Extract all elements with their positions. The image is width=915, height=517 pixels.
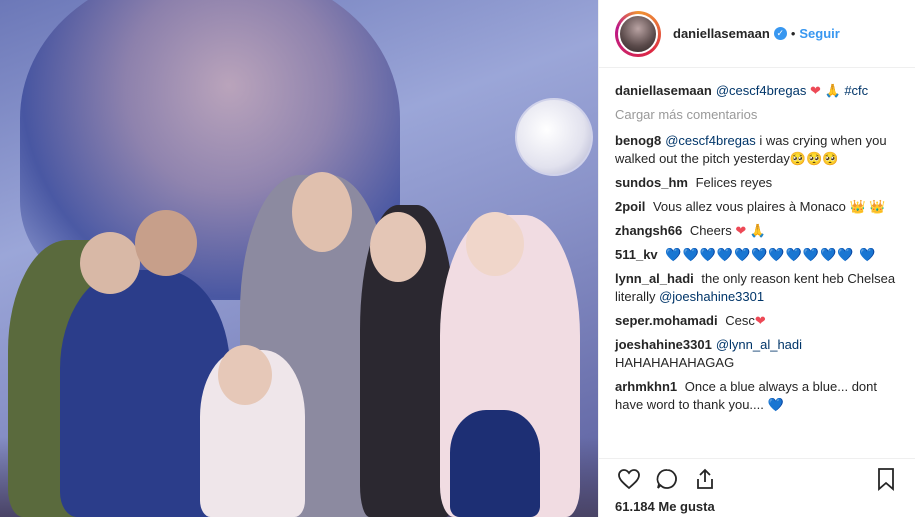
comment-user[interactable]: seper.mohamadi xyxy=(615,313,718,328)
caption: daniellasemaan @cescf4bregas ❤ 🙏 #cfc xyxy=(615,82,899,100)
comment-user[interactable]: sundos_hm xyxy=(615,175,688,190)
comment-mention[interactable]: @joeshahine3301 xyxy=(659,289,764,304)
blue-hearts-emoji: 💙💙💙💙💙💙💙💙💙💙💙 💙 xyxy=(665,247,877,262)
comment-user[interactable]: benog8 xyxy=(615,133,661,148)
header-username[interactable]: daniellasemaan xyxy=(673,26,770,41)
blue-heart-emoji: 💙 xyxy=(767,397,785,412)
comment-user[interactable]: lynn_al_hadi xyxy=(615,271,694,286)
post-sidebar: daniellasemaan ✓ • Seguir daniellasemaan… xyxy=(598,0,915,517)
red-heart-emoji: ❤ xyxy=(809,83,821,98)
avatar[interactable] xyxy=(615,10,661,57)
comment-user[interactable]: joeshahine3301 xyxy=(615,337,712,352)
comment-text: Felices reyes xyxy=(695,175,773,190)
comment-text: Cheers xyxy=(689,223,732,238)
head xyxy=(80,232,140,294)
comment-item: 511_kv 💙💙💙💙💙💙💙💙💙💙💙 💙 xyxy=(615,246,899,264)
head xyxy=(292,172,352,252)
action-bar: 61.184 Me gusta xyxy=(599,458,915,514)
crown-emoji: 👑 xyxy=(849,199,866,214)
load-more-comments-button[interactable]: Cargar más comentarios xyxy=(615,106,899,124)
comment-user[interactable]: 2poil xyxy=(615,199,645,214)
child-in-navy xyxy=(450,410,540,517)
comment-item: zhangsh66 Cheers ❤ 🙏 xyxy=(615,222,899,240)
caption-hashtag[interactable]: #cfc xyxy=(844,83,868,98)
comment-item: joeshahine3301 @lynn_al_hadi HAHAHAHAHAGA… xyxy=(615,336,899,372)
head xyxy=(466,212,524,276)
heart-outline-icon[interactable] xyxy=(615,465,643,493)
comment-text: Cesc xyxy=(725,313,755,328)
red-heart-emoji: ❤ xyxy=(735,223,747,238)
avatar-image xyxy=(618,13,658,54)
follow-button[interactable]: Seguir xyxy=(799,26,839,41)
bookmark-icon[interactable] xyxy=(872,465,900,493)
comment-item: sundos_hm Felices reyes xyxy=(615,174,899,192)
separator-dot: • xyxy=(790,26,796,41)
comment-list[interactable]: daniellasemaan @cescf4bregas ❤ 🙏 #cfc Car… xyxy=(599,68,915,454)
head xyxy=(218,345,272,405)
comment-mention[interactable]: @cescf4bregas xyxy=(665,133,756,148)
caption-user[interactable]: daniellasemaan xyxy=(615,83,712,98)
comment-item: lynn_al_hadi the only reason kent heb Ch… xyxy=(615,270,899,306)
comment-item: seper.mohamadi Cesc❤ xyxy=(615,312,899,330)
caption-mention[interactable]: @cescf4bregas xyxy=(716,83,807,98)
comment-bubble-icon[interactable] xyxy=(653,465,681,493)
like-count[interactable]: 61.184 Me gusta xyxy=(615,499,900,514)
comment-mention[interactable]: @lynn_al_hadi xyxy=(716,337,802,352)
comment-user[interactable]: 511_kv xyxy=(615,247,658,262)
post-photo[interactable] xyxy=(0,0,598,517)
comment-user[interactable]: zhangsh66 xyxy=(615,223,682,238)
comment-user[interactable]: arhmkhn1 xyxy=(615,379,677,394)
comment-item: arhmkhn1 Once a blue always a blue... do… xyxy=(615,378,899,414)
comment-text: Vous allez vous plaires à Monaco xyxy=(652,199,846,214)
head xyxy=(135,210,197,276)
comment-item: benog8 @cescf4bregas i was crying when yo… xyxy=(615,132,899,168)
post-header: daniellasemaan ✓ • Seguir xyxy=(599,0,915,68)
comment-item: 2poil Vous allez vous plaires à Monaco 👑… xyxy=(615,198,899,216)
pray-emoji: 🙏 xyxy=(749,223,767,238)
red-heart-emoji: ❤ xyxy=(754,313,766,328)
pray-emoji: 🙏 xyxy=(824,83,841,98)
verified-badge-icon: ✓ xyxy=(773,27,787,40)
instagram-post: daniellasemaan ✓ • Seguir daniellasemaan… xyxy=(0,0,915,517)
football-decoration xyxy=(515,98,593,176)
action-icons xyxy=(615,463,900,495)
share-upload-icon[interactable] xyxy=(691,465,719,493)
crown-emoji: 👑 xyxy=(869,199,886,214)
comment-text: HAHAHAHAHAGAG xyxy=(615,355,735,370)
head xyxy=(370,212,426,282)
